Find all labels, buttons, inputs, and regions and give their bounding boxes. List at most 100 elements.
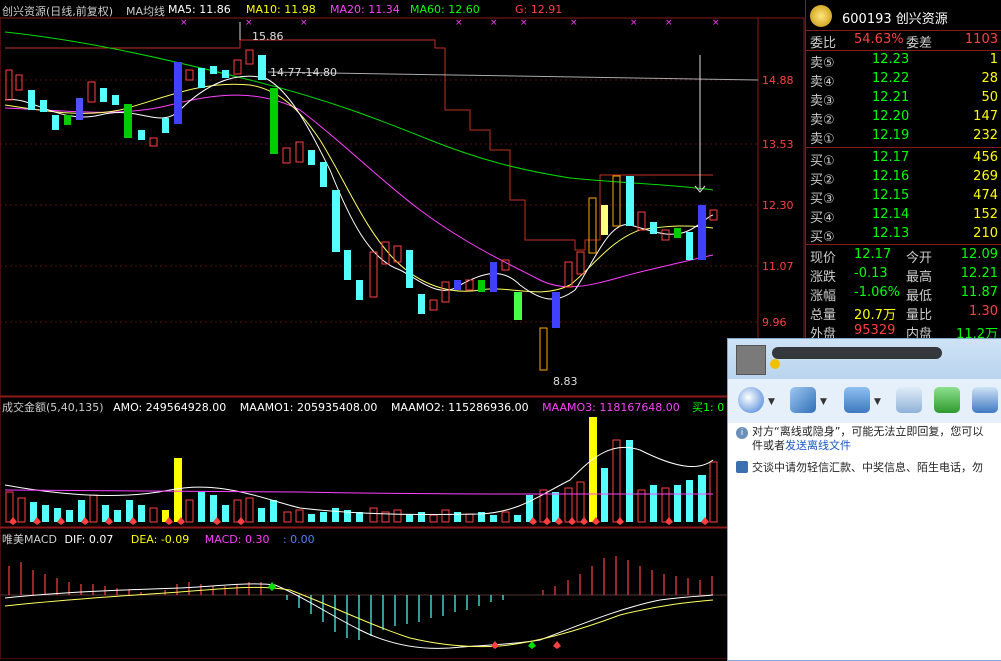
buy5-price: 12.13: [872, 226, 910, 241]
signal-markers: × × × × × × × × × ×: [180, 18, 720, 28]
ma20-line: [4, 94, 714, 288]
buy3-row[interactable]: 买③ 12.15 474: [806, 187, 1001, 207]
sell5-row[interactable]: 卖⑤ 12.23 1: [806, 51, 1001, 71]
buy4-row[interactable]: 买④ 12.14 152: [806, 206, 1001, 226]
svg-text:×: ×: [665, 18, 673, 28]
annotation-range: 14.77-14.80: [270, 66, 337, 79]
chat-window[interactable]: ▼ ▼ ▼ i 对方“离线或隐身”，可能无法立即回复，您可以 件或者发送离线文件…: [727, 338, 1001, 661]
amo-value: AMO: 249564928.00: [113, 401, 227, 414]
mail-icon[interactable]: [896, 387, 922, 413]
sell3-label: 卖③: [810, 94, 835, 109]
svg-text:×: ×: [712, 18, 720, 28]
buy3-price: 12.15: [872, 188, 910, 203]
sell4-vol: 28: [981, 71, 998, 86]
sell2-price: 12.20: [872, 109, 910, 124]
sell4-price: 12.22: [872, 71, 910, 86]
buy-indicator: 买1: 0: [692, 401, 725, 414]
annotation-high: 15.86: [252, 30, 284, 43]
macd-panel-frame: [0, 527, 805, 659]
sell5-label: 卖⑤: [810, 56, 835, 71]
buy2-vol: 269: [973, 169, 998, 184]
send-offline-file-link[interactable]: 发送离线文件: [785, 439, 851, 452]
amount-bars: [5, 417, 718, 523]
svg-text:×: ×: [455, 18, 463, 28]
add-contact-icon[interactable]: [934, 387, 960, 413]
svg-text:×: ×: [245, 18, 253, 28]
macd-title: 唯美MACD: [2, 533, 57, 546]
price-label-2: 13.53: [762, 138, 794, 151]
price-panel-frame: [0, 17, 805, 397]
sell2-vol: 147: [973, 109, 998, 124]
svg-text:×: ×: [630, 18, 638, 28]
buy1-row[interactable]: 买① 12.17 456: [806, 149, 1001, 169]
weicha-value: 1103: [964, 32, 998, 47]
sell4-label: 卖④: [810, 75, 835, 90]
price-gridlines: [0, 79, 758, 323]
buy2-price: 12.16: [872, 169, 910, 184]
sell4-row[interactable]: 卖④ 12.22 28: [806, 70, 1001, 90]
dif-value: DIF: 0.07: [64, 533, 114, 546]
sell2-label: 卖②: [810, 113, 835, 128]
svg-text:×: ×: [520, 18, 528, 28]
sell1-vol: 232: [973, 128, 998, 143]
maamo3-value: MAAMO3: 118167648.00: [542, 401, 680, 414]
sell2-row[interactable]: 卖② 12.20 147: [806, 108, 1001, 128]
price-label-3: 12.30: [762, 199, 794, 212]
sell5-vol: 1: [989, 52, 998, 67]
buy5-row[interactable]: 买⑤ 12.13 210: [806, 225, 1001, 245]
buy3-vol: 474: [973, 188, 998, 203]
chat-toolbar: ▼ ▼ ▼: [728, 379, 1001, 423]
amount-title: 成交金额(5,40,135): [2, 401, 104, 414]
webi-row: 委比 54.63% 委差 1103: [806, 30, 1001, 51]
sell1-row[interactable]: 卖① 12.19 232: [806, 127, 1001, 147]
svg-text:×: ×: [180, 18, 188, 28]
buy2-row[interactable]: 买② 12.16 269: [806, 168, 1001, 188]
weicha-label: 委差: [906, 36, 933, 51]
quote-panel: 600193 创兴资源 委比 54.63% 委差 1103 卖⑤ 12.23 1…: [805, 0, 1001, 342]
chevron-down-icon[interactable]: ▼: [820, 397, 827, 407]
price-label-1: 14.88: [762, 74, 794, 87]
maamo2-value: MAAMO2: 115286936.00: [390, 401, 529, 414]
logo-icon: [810, 5, 832, 27]
webi-label: 委比: [810, 36, 837, 51]
price-label-5: 9.96: [762, 316, 787, 329]
sell3-row[interactable]: 卖③ 12.21 50: [806, 89, 1001, 109]
stats-row-pct: 涨幅 -1.06% 最低 11.87: [810, 285, 998, 304]
dea-value: DEA: -0.09: [130, 533, 190, 546]
macd-extra-value: : 0.00: [282, 533, 315, 546]
microphone-icon[interactable]: [790, 387, 816, 413]
macd-header: 唯美MACD DIF: 0.07 DEA: -0.09 MACD: 0.30 :…: [2, 531, 315, 547]
buy3-label: 买③: [810, 192, 835, 207]
orderbook-divider: [806, 147, 1001, 148]
svg-text:×: ×: [490, 18, 498, 28]
svg-text:×: ×: [570, 18, 578, 28]
quote-title-bar: 600193 创兴资源: [806, 0, 1001, 30]
sell1-label: 卖①: [810, 132, 835, 147]
stats-row-price: 现价 12.17 今开 12.09: [810, 247, 998, 266]
chevron-down-icon[interactable]: ▼: [874, 397, 881, 407]
file-transfer-icon[interactable]: [844, 387, 870, 413]
chat-title-bar[interactable]: [728, 339, 1001, 379]
macd-value: MACD: 0.30: [204, 533, 270, 546]
chart-canvas[interactable]: 14.88 13.53 12.30 11.07 9.96 15.86 14.77…: [0, 0, 805, 659]
maamo1-value: MAAMO1: 205935408.00: [239, 401, 378, 414]
shield-icon: [736, 461, 748, 473]
chat-message-area[interactable]: i 对方“离线或隐身”，可能无法立即回复，您可以 件或者发送离线文件 交谈中请勿…: [728, 423, 1001, 660]
offline-notice: 对方“离线或隐身”，可能无法立即回复，您可以 件或者发送离线文件: [752, 425, 1001, 453]
info-icon: i: [736, 427, 748, 439]
sell3-price: 12.21: [872, 90, 910, 105]
sell1-price: 12.19: [872, 128, 910, 143]
offline-notice-text-2: 件或者: [752, 439, 785, 452]
stats-divider: [806, 244, 1001, 245]
blurred-contact-name: [772, 347, 942, 359]
stats-row-volume: 总量 20.7万 量比 1.30: [810, 304, 998, 323]
buy5-vol: 210: [973, 226, 998, 241]
avatar[interactable]: [736, 345, 766, 375]
buy1-vol: 456: [973, 150, 998, 165]
price-label-4: 11.07: [762, 260, 794, 273]
chevron-down-icon[interactable]: ▼: [768, 397, 775, 407]
buy4-label: 买④: [810, 211, 835, 226]
video-call-icon[interactable]: [738, 387, 764, 413]
more-apps-icon[interactable]: [972, 387, 998, 413]
buy1-label: 买①: [810, 154, 835, 169]
